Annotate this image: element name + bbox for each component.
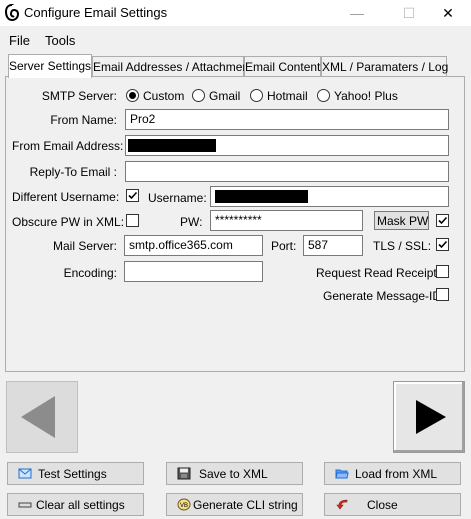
pw-label: PW: [180, 215, 203, 229]
read-receipt-checkbox[interactable] [436, 265, 449, 278]
generate-cli-label: Generate CLI string [193, 498, 298, 512]
load-xml-button[interactable]: Load from XML [324, 462, 461, 485]
message-id-checkbox[interactable] [436, 288, 449, 301]
reply-to-input[interactable] [125, 161, 449, 182]
redacted-email [128, 139, 216, 152]
test-settings-label: Test Settings [38, 467, 107, 481]
reply-to-label: Reply-To Email : [29, 165, 117, 179]
cli-badge-icon: VB [177, 498, 191, 511]
menu-tools[interactable]: Tools [45, 33, 75, 48]
radio-hotmail-label: Hotmail [267, 89, 308, 103]
from-name-label: From Name: [50, 113, 117, 127]
load-xml-label: Load from XML [355, 467, 438, 481]
app-logo-icon [4, 4, 20, 21]
radio-custom[interactable] [126, 89, 139, 102]
tab-server-settings[interactable]: Server Settings [8, 54, 92, 78]
svg-text:VB: VB [180, 503, 188, 509]
save-disk-icon [177, 467, 191, 480]
mask-pw-checkbox[interactable] [436, 214, 449, 227]
tls-ssl-checkbox[interactable] [436, 238, 449, 251]
password-input[interactable]: ********** [210, 210, 363, 231]
tls-ssl-label: TLS / SSL: [373, 239, 432, 253]
generate-cli-button[interactable]: VB Generate CLI string [166, 493, 303, 516]
smtp-server-label: SMTP Server: [41, 89, 117, 103]
from-name-input[interactable]: Pro2 [125, 109, 449, 130]
tab-xml-params-log[interactable]: XML / Paramaters / Log [321, 56, 448, 76]
obscure-pw-label: Obscure PW in XML: [12, 215, 125, 229]
eraser-icon [18, 502, 32, 508]
mask-pw-label: Mask PW [377, 214, 429, 228]
minimize-button[interactable]: — [334, 0, 380, 26]
encoding-label: Encoding: [63, 266, 117, 280]
different-username-label: Different Username: [12, 190, 120, 204]
tab-email-content[interactable]: Email Content [244, 56, 321, 76]
read-receipt-label: Request Read Receipt: [316, 266, 441, 280]
tab-email-addresses[interactable]: Email Addresses / Attachment [92, 56, 252, 76]
radio-hotmail[interactable] [250, 89, 263, 102]
checkmark-icon [438, 240, 448, 249]
message-id-label: Generate Message-ID [323, 289, 442, 303]
envelope-icon [18, 468, 32, 479]
window-title: Configure Email Settings [24, 5, 168, 20]
menu-file[interactable]: File [9, 33, 30, 48]
test-settings-button[interactable]: Test Settings [7, 462, 144, 485]
radio-gmail[interactable] [192, 89, 205, 102]
folder-open-icon [335, 469, 349, 479]
close-window-button[interactable]: ✕ [425, 0, 471, 26]
clear-all-label: Clear all settings [36, 498, 125, 512]
encoding-input[interactable] [124, 261, 263, 282]
redacted-username [215, 190, 308, 203]
different-username-checkbox[interactable] [126, 189, 139, 202]
exit-icon [336, 499, 348, 510]
checkmark-icon [438, 216, 448, 225]
username-input[interactable] [210, 186, 449, 207]
username-label: Username: [148, 191, 207, 205]
next-button[interactable] [393, 381, 465, 453]
radio-selected-dot [129, 92, 136, 99]
from-email-input[interactable] [125, 135, 449, 156]
close-button[interactable]: Close [324, 493, 461, 516]
close-label: Close [367, 498, 398, 512]
checkmark-icon [128, 191, 138, 200]
left-arrow-icon [21, 396, 55, 438]
radio-custom-label: Custom [143, 89, 185, 103]
clear-all-button[interactable]: Clear all settings [7, 493, 144, 516]
port-label: Port: [271, 239, 297, 253]
port-input[interactable]: 587 [303, 235, 363, 256]
mail-server-label: Mail Server: [52, 239, 117, 253]
from-email-label: From Email Address: [12, 139, 124, 153]
radio-gmail-label: Gmail [209, 89, 241, 103]
save-xml-label: Save to XML [199, 467, 268, 481]
radio-yahoo[interactable] [317, 89, 330, 102]
radio-yahoo-label: Yahoo! Plus [334, 89, 398, 103]
right-arrow-icon [416, 400, 446, 434]
previous-button[interactable] [6, 381, 78, 453]
obscure-pw-checkbox[interactable] [126, 214, 139, 227]
save-xml-button[interactable]: Save to XML [166, 462, 303, 485]
mail-server-input[interactable]: smtp.office365.com [124, 235, 263, 256]
